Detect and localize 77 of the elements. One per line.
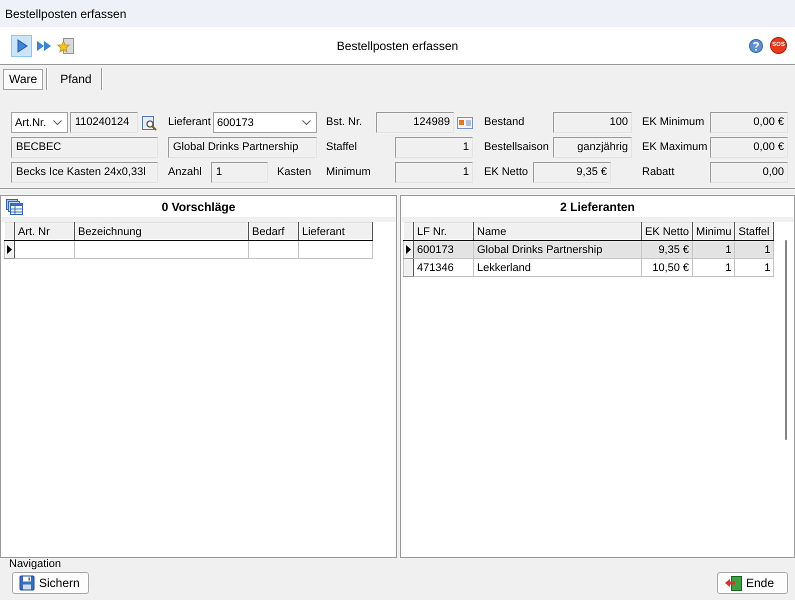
window-title: Bestellposten erfassen: [5, 6, 126, 20]
field-label: Staffel: [326, 140, 358, 155]
caret-icon: [302, 120, 311, 125]
value-field[interactable]: 124989: [376, 112, 454, 133]
table-cell: 1: [692, 258, 735, 276]
row-pointer-icon: [7, 245, 12, 254]
help-icon[interactable]: [749, 38, 763, 52]
value-field[interactable]: 0,00 €: [710, 112, 788, 133]
star-document-icon: [57, 37, 74, 54]
field-label: Bestellsaison: [484, 140, 550, 155]
search-icon[interactable]: [141, 114, 157, 130]
article-number-field[interactable]: 110240124: [70, 112, 138, 133]
column-header[interactable]: Minimu: [692, 222, 735, 240]
table-row[interactable]: 600173 Global Drinks Partnership 9,35 € 1 1: [404, 240, 774, 258]
article-code-field[interactable]: BECBEC: [11, 137, 158, 158]
value-field[interactable]: 1: [395, 137, 473, 158]
field-label: Kasten: [277, 165, 312, 180]
table-cell: 1: [734, 258, 774, 276]
article-description-field[interactable]: Becks Ice Kasten 24x0,33l: [11, 162, 158, 183]
play-button[interactable]: [11, 34, 32, 56]
column-header[interactable]: LF Nr.: [414, 222, 474, 240]
table-cell: 1: [692, 240, 735, 258]
table-cell: Lekkerland: [474, 258, 642, 276]
field-label: Rabatt: [642, 165, 676, 180]
column-header[interactable]: Staffel: [734, 222, 774, 240]
value-field[interactable]: 0,00 €: [710, 137, 788, 158]
panel-title: 0 Vorschläge: [162, 200, 236, 214]
value-field[interactable]: 1: [395, 162, 473, 183]
field-label: EK Maximum: [642, 140, 708, 155]
table-cell: 1: [734, 240, 774, 258]
value-field[interactable]: 100: [553, 112, 632, 133]
table-cell: 9,35 €: [642, 240, 693, 258]
table-cell: 10,50 €: [642, 258, 693, 276]
caret-icon: [53, 120, 62, 125]
table-cell: 471346: [414, 258, 474, 276]
form-title: Bestellposten erfassen: [336, 38, 458, 52]
column-header[interactable]: Bedarf: [248, 222, 298, 240]
field-label: EK Minimum: [642, 115, 706, 130]
field-label: Bestand: [484, 115, 526, 130]
value-field[interactable]: 9,35 €: [533, 162, 611, 183]
value-field[interactable]: 0,00: [710, 162, 788, 183]
field-label: Bst. Nr.: [326, 115, 364, 130]
fast-forward-icon: [36, 40, 52, 52]
scrollbar[interactable]: [784, 240, 786, 440]
search-by-dropdown[interactable]: Art.Nr.: [11, 112, 68, 133]
supplier-dropdown[interactable]: 600173: [213, 112, 317, 133]
grid-corner: [404, 222, 414, 240]
supplier-name-field[interactable]: Global Drinks Partnership: [168, 137, 317, 158]
new-row[interactable]: [4, 240, 372, 258]
exit-icon: [724, 575, 742, 591]
column-header[interactable]: Art. Nr: [14, 222, 74, 240]
row-header[interactable]: [4, 240, 14, 258]
value-field[interactable]: ganzjährig: [553, 137, 632, 158]
tab[interactable]: Pfand: [54, 68, 98, 90]
field-label: Minimum: [326, 165, 372, 180]
field-label: Anzahl: [168, 165, 203, 180]
column-header[interactable]: Lieferant: [298, 222, 372, 240]
row-header[interactable]: [404, 240, 414, 258]
save-icon: [19, 575, 35, 591]
table-cell: Global Drinks Partnership: [474, 240, 642, 258]
table-icon: [6, 198, 23, 214]
exit-button[interactable]: Ende: [717, 572, 788, 594]
table-row[interactable]: 471346 Lekkerland 10,50 € 1 1: [404, 258, 774, 276]
save-button[interactable]: Sichern: [12, 572, 89, 594]
panel-title: 2 Lieferanten: [560, 200, 635, 214]
card-icon[interactable]: [457, 116, 473, 128]
table-cell: 600173: [414, 240, 474, 258]
column-header[interactable]: Bezeichnung: [74, 222, 248, 240]
column-header[interactable]: Name: [474, 222, 642, 240]
row-pointer-icon: [406, 245, 411, 254]
quantity-field[interactable]: 1: [211, 162, 268, 183]
grid-corner: [4, 222, 14, 240]
group-label: Navigation: [9, 558, 62, 572]
tab[interactable]: Ware: [3, 68, 44, 90]
field-label: EK Netto: [484, 165, 530, 180]
field-label: Lieferant: [168, 115, 212, 130]
column-header[interactable]: EK Netto: [642, 222, 693, 240]
